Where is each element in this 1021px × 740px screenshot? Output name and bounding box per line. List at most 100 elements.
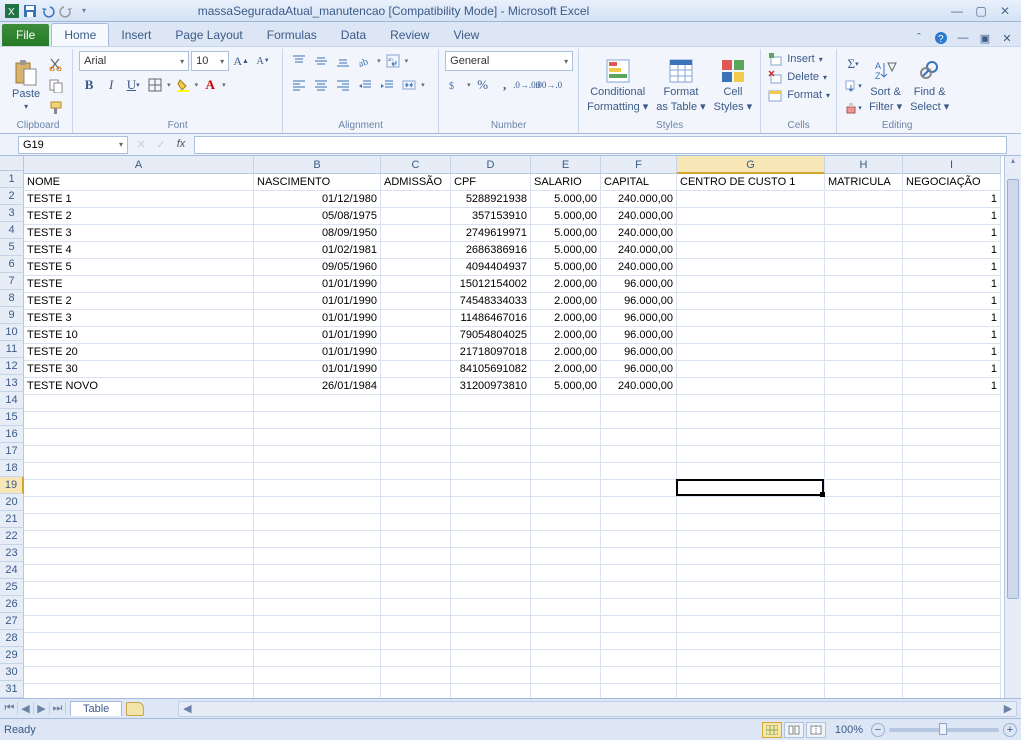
cell[interactable]: TESTE 3 [24, 310, 254, 327]
cell[interactable] [825, 463, 903, 480]
row-header[interactable]: 24 [0, 562, 24, 579]
cell[interactable] [903, 599, 1001, 616]
row-header[interactable]: 14 [0, 392, 24, 409]
cell[interactable]: 1 [903, 242, 1001, 259]
cell[interactable] [451, 531, 531, 548]
cell[interactable]: TESTE 30 [24, 361, 254, 378]
cell[interactable]: 1 [903, 225, 1001, 242]
cell[interactable]: 96.000,00 [601, 344, 677, 361]
conditional-formatting-button[interactable]: Conditional Formatting ▾ [585, 58, 650, 113]
column-header-A[interactable]: A [24, 156, 254, 174]
row-header[interactable]: 7 [0, 273, 24, 290]
cell[interactable]: 1 [903, 361, 1001, 378]
cell[interactable]: 15012154002 [451, 276, 531, 293]
cell[interactable] [677, 616, 825, 633]
column-header-B[interactable]: B [254, 156, 381, 174]
cell[interactable] [825, 259, 903, 276]
cell[interactable] [601, 514, 677, 531]
cell[interactable] [24, 684, 254, 698]
cell[interactable] [677, 310, 825, 327]
cell[interactable] [903, 395, 1001, 412]
cell[interactable] [381, 378, 451, 395]
cell[interactable] [601, 684, 677, 698]
cell[interactable]: 1 [903, 208, 1001, 225]
cell[interactable] [381, 514, 451, 531]
cell[interactable] [451, 599, 531, 616]
bold-button[interactable]: B [79, 75, 99, 95]
wrap-text-icon[interactable]: ab [383, 51, 403, 71]
cell[interactable]: 26/01/1984 [254, 378, 381, 395]
column-header-F[interactable]: F [601, 156, 677, 174]
cell[interactable] [825, 208, 903, 225]
cell[interactable] [531, 531, 601, 548]
cell[interactable] [381, 225, 451, 242]
format-as-table-button[interactable]: Format as Table ▾ [654, 58, 707, 113]
cell[interactable] [254, 650, 381, 667]
hscroll-right-icon[interactable]: ▶ [1000, 702, 1016, 716]
cell[interactable] [825, 582, 903, 599]
cell[interactable]: TESTE 1 [24, 191, 254, 208]
cell[interactable]: 01/01/1990 [254, 344, 381, 361]
font-size-combo[interactable]: 10▾ [191, 51, 229, 71]
merge-center-icon[interactable] [399, 75, 419, 95]
align-center-icon[interactable] [311, 75, 331, 95]
cell[interactable]: 05/08/1975 [254, 208, 381, 225]
row-header[interactable]: 20 [0, 494, 24, 511]
cell[interactable] [531, 480, 601, 497]
cell[interactable] [601, 463, 677, 480]
align-middle-icon[interactable] [311, 51, 331, 71]
row-header[interactable]: 21 [0, 511, 24, 528]
cell[interactable]: TESTE 3 [24, 225, 254, 242]
cell[interactable] [601, 412, 677, 429]
cell[interactable] [381, 242, 451, 259]
tab-pagelayout[interactable]: Page Layout [163, 24, 254, 46]
cell[interactable] [601, 650, 677, 667]
cell[interactable] [254, 514, 381, 531]
redo-icon[interactable] [58, 3, 74, 19]
cell[interactable] [24, 616, 254, 633]
cell[interactable] [254, 429, 381, 446]
cell[interactable] [903, 514, 1001, 531]
fill-icon[interactable]: ▾ [843, 76, 863, 96]
cell[interactable] [381, 446, 451, 463]
cell[interactable]: TESTE 5 [24, 259, 254, 276]
column-header-G[interactable]: G [677, 156, 825, 174]
cell[interactable] [677, 684, 825, 698]
cell[interactable] [825, 531, 903, 548]
cell[interactable] [531, 548, 601, 565]
cell[interactable] [677, 582, 825, 599]
cell[interactable] [381, 497, 451, 514]
cell[interactable] [825, 684, 903, 698]
cell[interactable] [24, 565, 254, 582]
cell[interactable] [381, 327, 451, 344]
cell[interactable] [381, 599, 451, 616]
minimize-icon[interactable]: — [945, 3, 969, 19]
tab-formulas[interactable]: Formulas [255, 24, 329, 46]
cell[interactable] [825, 395, 903, 412]
cell[interactable] [677, 599, 825, 616]
cell[interactable]: 240.000,00 [601, 225, 677, 242]
cell[interactable] [825, 633, 903, 650]
row-header[interactable]: 22 [0, 528, 24, 545]
cell[interactable] [24, 599, 254, 616]
row-header[interactable]: 26 [0, 596, 24, 613]
row-header[interactable]: 28 [0, 630, 24, 647]
cell[interactable] [531, 565, 601, 582]
cell[interactable] [601, 395, 677, 412]
autosum-icon[interactable]: Σ ▾ [843, 54, 863, 74]
cell[interactable] [677, 395, 825, 412]
cell[interactable] [254, 395, 381, 412]
cell[interactable]: TESTE NOVO [24, 378, 254, 395]
workbook-minimize-icon[interactable]: — [955, 30, 971, 46]
cell[interactable] [451, 395, 531, 412]
cell[interactable]: 5.000,00 [531, 242, 601, 259]
cell[interactable] [601, 565, 677, 582]
cell[interactable] [677, 497, 825, 514]
sort-filter-button[interactable]: AZ Sort & Filter ▾ [867, 58, 904, 113]
row-header[interactable]: 10 [0, 324, 24, 341]
cell[interactable] [451, 650, 531, 667]
cell[interactable] [254, 684, 381, 698]
cell[interactable] [531, 650, 601, 667]
cell[interactable] [601, 497, 677, 514]
cell[interactable] [677, 242, 825, 259]
